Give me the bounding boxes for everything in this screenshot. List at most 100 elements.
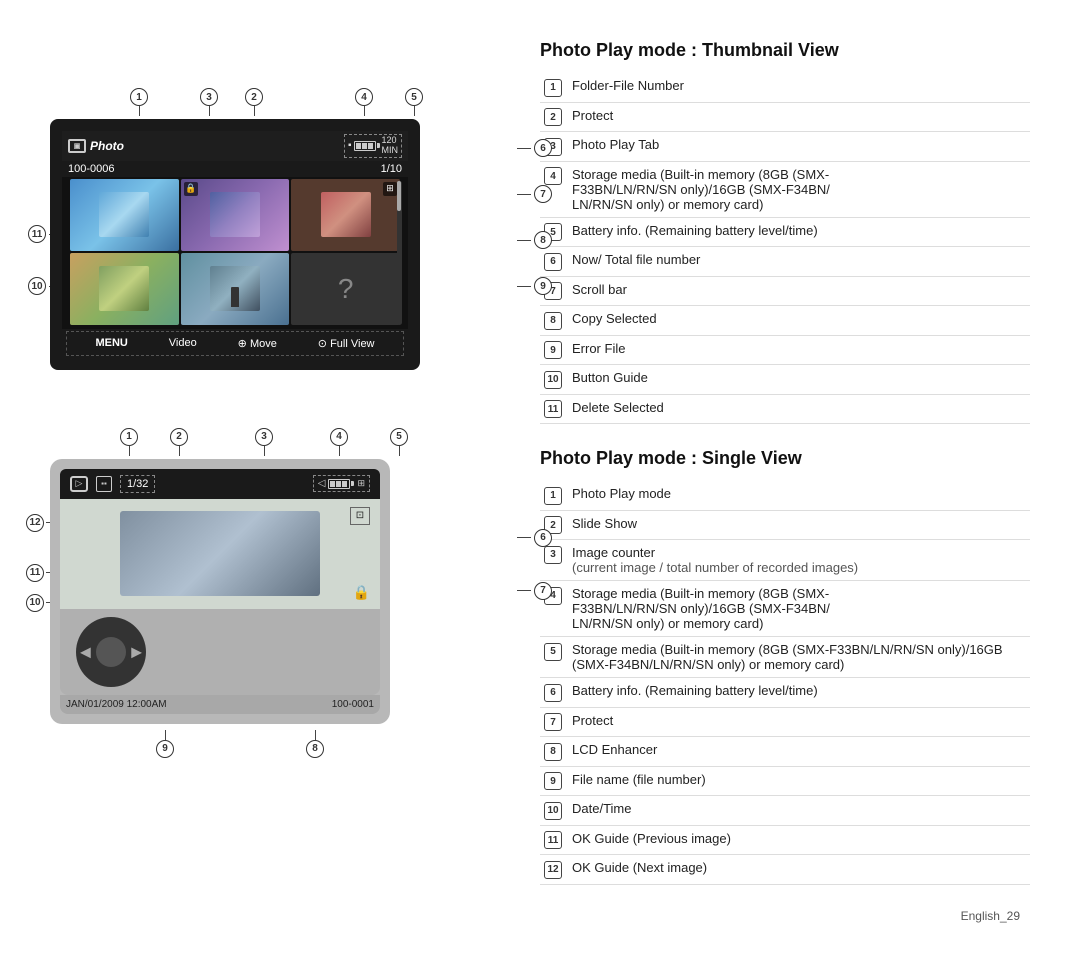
single-item-1: 1 Photo Play mode bbox=[540, 481, 1030, 510]
thumb-item-11: 11 Delete Selected bbox=[540, 394, 1030, 424]
callout-5-single: 5 bbox=[390, 428, 408, 456]
thumb-desc-1: Folder-File Number bbox=[568, 73, 1030, 102]
thumb-item-8: 8 Copy Selected bbox=[540, 306, 1030, 336]
callout-4-thumb: 4 bbox=[355, 88, 373, 116]
thumb-cell-2: 🔒 bbox=[181, 179, 290, 251]
thumb-item-9: 9 Error File bbox=[540, 335, 1030, 365]
callout-2-single: 2 bbox=[170, 428, 188, 456]
single-desc-7: Protect bbox=[568, 707, 1030, 737]
single-item-4: 4 Storage media (Built-in memory (8GB (S… bbox=[540, 581, 1030, 637]
single-item-3: 3 Image counter (current image / total n… bbox=[540, 540, 1030, 581]
thumb-desc-8: Copy Selected bbox=[568, 306, 1030, 336]
single-desc-6: Battery info. (Remaining battery level/t… bbox=[568, 678, 1030, 708]
single-desc-1: Photo Play mode bbox=[568, 481, 1030, 510]
callout-9-thumb: 9 bbox=[517, 277, 552, 295]
thumb-desc-6: Now/ Total file number bbox=[568, 247, 1030, 277]
camera-screen-area: ⊡ 🔒 bbox=[60, 499, 380, 609]
single-item-10: 10 Date/Time bbox=[540, 796, 1030, 826]
thumbnail-view-section: Photo Play mode : Thumbnail View 1 Folde… bbox=[540, 40, 1030, 424]
thumb-cell-4 bbox=[70, 253, 179, 325]
single-view-title: Photo Play mode : Single View bbox=[540, 448, 1030, 469]
single-item-11: 11 OK Guide (Previous image) bbox=[540, 825, 1030, 855]
single-desc-3: Image counter (current image / total num… bbox=[568, 540, 1030, 581]
protect-icon-single: 🔒 bbox=[353, 584, 370, 601]
callout-1-single: 1 bbox=[120, 428, 138, 456]
right-column: Photo Play mode : Thumbnail View 1 Folde… bbox=[540, 40, 1030, 923]
single-item-12: 12 OK Guide (Next image) bbox=[540, 855, 1030, 885]
thumb-item-10: 10 Button Guide bbox=[540, 365, 1030, 395]
thumbnail-view-diagram: 1 3 2 4 bbox=[50, 80, 510, 370]
thumb-desc-4: Storage media (Built-in memory (8GB (SMX… bbox=[568, 161, 1030, 217]
thumb-cell-5 bbox=[181, 253, 290, 325]
single-desc-2: Slide Show bbox=[568, 510, 1030, 540]
thumb-item-3: 3 Photo Play Tab bbox=[540, 132, 1030, 162]
now-total: 1/10 bbox=[381, 163, 402, 175]
callout-7-thumb: 7 bbox=[517, 185, 552, 203]
single-desc-11: OK Guide (Previous image) bbox=[568, 825, 1030, 855]
thumb-desc-7: Scroll bar bbox=[568, 276, 1030, 306]
callout-1-thumb: 1 bbox=[130, 88, 148, 116]
bottom-callouts: 9 8 bbox=[90, 730, 390, 758]
single-item-8: 8 LCD Enhancer bbox=[540, 737, 1030, 767]
single-desc-4: Storage media (Built-in memory (8GB (SMX… bbox=[568, 581, 1030, 637]
thumb-desc-5: Battery info. (Remaining battery level/t… bbox=[568, 217, 1030, 247]
single-item-7: 7 Protect bbox=[540, 707, 1030, 737]
camera-controls: ◀ ▶ bbox=[60, 609, 380, 695]
camera-body: ▷ ▪▪ 1/32 ◁ bbox=[50, 459, 390, 724]
single-desc-12: OK Guide (Next image) bbox=[568, 855, 1030, 885]
single-item-5: 5 Storage media (Built-in memory (8GB (S… bbox=[540, 637, 1030, 678]
image-counter: 1/32 bbox=[120, 475, 155, 493]
dpad-left-arrow: ◀ bbox=[80, 643, 91, 660]
single-desc-9: File name (file number) bbox=[568, 766, 1030, 796]
copy-icon-1: ⊞ bbox=[383, 182, 397, 196]
camera-date-row: JAN/01/2009 12:00AM 100-0001 bbox=[60, 695, 380, 714]
thumb-desc-9: Error File bbox=[568, 335, 1030, 365]
photo-tab-icon: ▣ bbox=[68, 139, 86, 153]
scroll-bar-thumb bbox=[397, 181, 401, 211]
callout-3-single: 3 bbox=[255, 428, 273, 456]
thumbnail-view-title: Photo Play mode : Thumbnail View bbox=[540, 40, 1030, 61]
thumb-cell-3: ⊞ bbox=[291, 179, 400, 251]
thumb-item-6: 6 Now/ Total file number bbox=[540, 247, 1030, 277]
menu-label: MENU bbox=[95, 337, 127, 349]
page-number: English_29 bbox=[961, 909, 1020, 923]
callout-6-single: 6 bbox=[517, 529, 552, 547]
main-image bbox=[120, 511, 320, 596]
folder-number: 100-0006 bbox=[68, 163, 115, 175]
callout-8-thumb: 8 bbox=[517, 231, 552, 249]
thumb-item-4: 4 Storage media (Built-in memory (8GB (S… bbox=[540, 161, 1030, 217]
single-view-section: Photo Play mode : Single View 1 Photo Pl… bbox=[540, 448, 1030, 885]
thumbnail-item-table: 1 Folder-File Number 2 Protect 3 Photo P… bbox=[540, 73, 1030, 424]
bottom-menu-bar: MENU Video ⊕ Move ⊙ Full View bbox=[66, 331, 404, 356]
single-item-2: 2 Slide Show bbox=[540, 510, 1030, 540]
thumb-item-1: 1 Folder-File Number bbox=[540, 73, 1030, 102]
single-desc-10: Date/Time bbox=[568, 796, 1030, 826]
single-item-table: 1 Photo Play mode 2 Slide Show 3 Image c… bbox=[540, 481, 1030, 885]
camera-date: JAN/01/2009 12:00AM bbox=[66, 699, 167, 710]
callout-3-thumb: 3 bbox=[200, 88, 218, 116]
video-label: Video bbox=[169, 337, 197, 349]
left-column: 1 3 2 4 bbox=[50, 40, 510, 923]
thumb-desc-10: Button Guide bbox=[568, 365, 1030, 395]
callout-8-single: 8 bbox=[306, 740, 324, 758]
move-label: Move bbox=[250, 338, 277, 350]
thumb-cell-6: ? bbox=[291, 253, 400, 325]
fullview-label: Full View bbox=[330, 338, 374, 350]
thumbnail-grid: 🔒 ⊞ bbox=[66, 177, 404, 327]
callout-5-thumb: 5 bbox=[405, 88, 423, 116]
callout-6-thumb: 6 bbox=[517, 139, 552, 157]
dpad-right-arrow: ▶ bbox=[131, 643, 142, 660]
single-desc-5: Storage media (Built-in memory (8GB (SMX… bbox=[568, 637, 1030, 678]
callout-2-thumb: 2 bbox=[245, 88, 263, 116]
thumb-desc-11: Delete Selected bbox=[568, 394, 1030, 424]
single-item-9: 9 File name (file number) bbox=[540, 766, 1030, 796]
lock-icon-1: 🔒 bbox=[184, 182, 198, 196]
thumb-desc-2: Protect bbox=[568, 102, 1030, 132]
dpad-center bbox=[96, 637, 126, 667]
thumb-item-7: 7 Scroll bar bbox=[540, 276, 1030, 306]
single-view-diagram: 1 2 3 4 5 bbox=[50, 420, 510, 758]
page-footer: English_29 bbox=[540, 909, 1030, 923]
thumbnail-screen: ▣ Photo ▪ bbox=[50, 119, 420, 370]
dpad[interactable]: ◀ ▶ bbox=[76, 617, 146, 687]
camera-file-num: 100-0001 bbox=[332, 699, 374, 710]
